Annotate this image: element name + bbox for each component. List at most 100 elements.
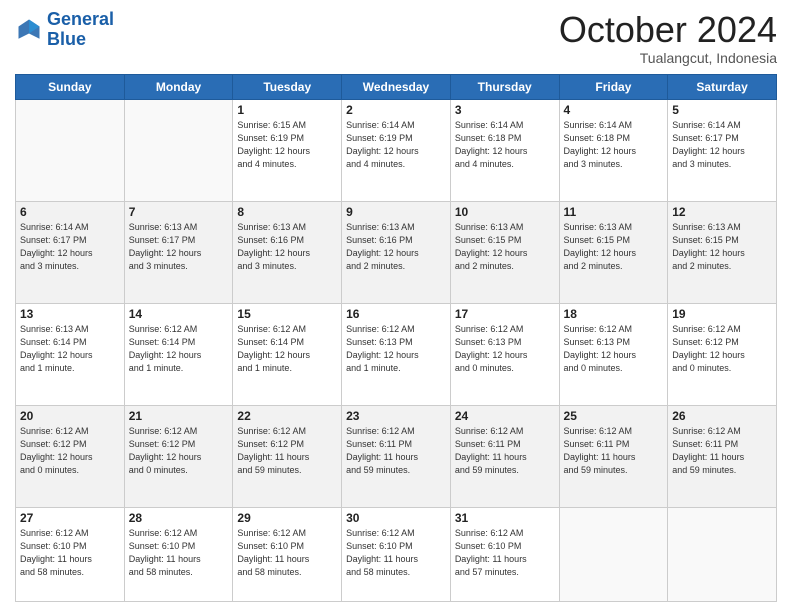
calendar-day: 17Sunrise: 6:12 AMSunset: 6:13 PMDayligh…: [450, 303, 559, 405]
day-number: 5: [672, 103, 772, 117]
day-number: 17: [455, 307, 555, 321]
day-info: Sunrise: 6:12 AMSunset: 6:14 PMDaylight:…: [237, 323, 337, 375]
weekday-header: Monday: [124, 74, 233, 99]
calendar-week-row: 13Sunrise: 6:13 AMSunset: 6:14 PMDayligh…: [16, 303, 777, 405]
logo-text: General Blue: [47, 10, 114, 50]
weekday-header: Wednesday: [342, 74, 451, 99]
header: General Blue October 2024 Tualangcut, In…: [15, 10, 777, 66]
day-info: Sunrise: 6:12 AMSunset: 6:11 PMDaylight:…: [455, 425, 555, 477]
day-info: Sunrise: 6:12 AMSunset: 6:12 PMDaylight:…: [672, 323, 772, 375]
day-number: 7: [129, 205, 229, 219]
day-info: Sunrise: 6:12 AMSunset: 6:14 PMDaylight:…: [129, 323, 229, 375]
day-info: Sunrise: 6:12 AMSunset: 6:10 PMDaylight:…: [346, 527, 446, 579]
calendar-day: 10 Sunrise: 6:13 AMSunset: 6:15 PMDayligh…: [450, 201, 559, 303]
empty-day: [124, 99, 233, 201]
day-number: 6: [20, 205, 120, 219]
day-info: Sunrise: 6:13 AMSunset: 6:17 PMDaylight:…: [129, 221, 229, 273]
day-number: 24: [455, 409, 555, 423]
day-number: 12: [672, 205, 772, 219]
day-info: Sunrise: 6:14 AMSunset: 6:17 PMDaylight:…: [20, 221, 120, 273]
day-number: 10: [455, 205, 555, 219]
day-number: 11: [564, 205, 664, 219]
day-info: Sunrise: 6:12 AMSunset: 6:10 PMDaylight:…: [129, 527, 229, 579]
day-number: 29: [237, 511, 337, 525]
day-info: Sunrise: 6:15 AMSunset: 6:19 PMDaylight:…: [237, 119, 337, 171]
empty-day: [559, 508, 668, 602]
location: Tualangcut, Indonesia: [559, 50, 777, 66]
weekday-header: Tuesday: [233, 74, 342, 99]
calendar-day: 30 Sunrise: 6:12 AMSunset: 6:10 PMDayligh…: [342, 508, 451, 602]
day-number: 2: [346, 103, 446, 117]
weekday-header: Sunday: [16, 74, 125, 99]
day-number: 14: [129, 307, 229, 321]
day-number: 20: [20, 409, 120, 423]
day-info: Sunrise: 6:12 AMSunset: 6:10 PMDaylight:…: [237, 527, 337, 579]
day-number: 18: [564, 307, 664, 321]
day-number: 13: [20, 307, 120, 321]
calendar-day: 23 Sunrise: 6:12 AMSunset: 6:11 PMDayligh…: [342, 406, 451, 508]
day-info: Sunrise: 6:12 AMSunset: 6:10 PMDaylight:…: [20, 527, 120, 579]
calendar-day: 1Sunrise: 6:15 AMSunset: 6:19 PMDaylight…: [233, 99, 342, 201]
month-title: October 2024: [559, 10, 777, 50]
day-number: 8: [237, 205, 337, 219]
calendar-day: 4Sunrise: 6:14 AMSunset: 6:18 PMDaylight…: [559, 99, 668, 201]
calendar-day: 29 Sunrise: 6:12 AMSunset: 6:10 PMDayligh…: [233, 508, 342, 602]
day-info: Sunrise: 6:14 AMSunset: 6:19 PMDaylight:…: [346, 119, 446, 171]
day-number: 23: [346, 409, 446, 423]
calendar-week-row: 6 Sunrise: 6:14 AMSunset: 6:17 PMDaylight…: [16, 201, 777, 303]
calendar-day: 27 Sunrise: 6:12 AMSunset: 6:10 PMDayligh…: [16, 508, 125, 602]
calendar-week-row: 27 Sunrise: 6:12 AMSunset: 6:10 PMDayligh…: [16, 508, 777, 602]
logo-icon: [15, 16, 43, 44]
day-number: 19: [672, 307, 772, 321]
day-number: 15: [237, 307, 337, 321]
calendar-day: 19 Sunrise: 6:12 AMSunset: 6:12 PMDayligh…: [668, 303, 777, 405]
day-info: Sunrise: 6:12 AMSunset: 6:13 PMDaylight:…: [346, 323, 446, 375]
day-info: Sunrise: 6:14 AMSunset: 6:17 PMDaylight:…: [672, 119, 772, 171]
calendar-day: 12Sunrise: 6:13 AMSunset: 6:15 PMDayligh…: [668, 201, 777, 303]
day-number: 21: [129, 409, 229, 423]
calendar-day: 24 Sunrise: 6:12 AMSunset: 6:11 PMDayligh…: [450, 406, 559, 508]
calendar-day: 18 Sunrise: 6:12 AMSunset: 6:13 PMDayligh…: [559, 303, 668, 405]
weekday-header: Thursday: [450, 74, 559, 99]
header-row: SundayMondayTuesdayWednesdayThursdayFrid…: [16, 74, 777, 99]
calendar-day: 31Sunrise: 6:12 AMSunset: 6:10 PMDayligh…: [450, 508, 559, 602]
day-info: Sunrise: 6:12 AMSunset: 6:10 PMDaylight:…: [455, 527, 555, 579]
calendar-body: 1Sunrise: 6:15 AMSunset: 6:19 PMDaylight…: [16, 99, 777, 601]
calendar-day: 15 Sunrise: 6:12 AMSunset: 6:14 PMDayligh…: [233, 303, 342, 405]
calendar-day: 13Sunrise: 6:13 AMSunset: 6:14 PMDayligh…: [16, 303, 125, 405]
calendar-day: 3Sunrise: 6:14 AMSunset: 6:18 PMDaylight…: [450, 99, 559, 201]
calendar-day: 7 Sunrise: 6:13 AMSunset: 6:17 PMDaylight…: [124, 201, 233, 303]
day-number: 27: [20, 511, 120, 525]
empty-day: [16, 99, 125, 201]
page: General Blue October 2024 Tualangcut, In…: [0, 0, 792, 612]
day-number: 3: [455, 103, 555, 117]
day-info: Sunrise: 6:12 AMSunset: 6:11 PMDaylight:…: [672, 425, 772, 477]
day-info: Sunrise: 6:13 AMSunset: 6:15 PMDaylight:…: [564, 221, 664, 273]
logo-general: General: [47, 9, 114, 29]
day-info: Sunrise: 6:12 AMSunset: 6:12 PMDaylight:…: [237, 425, 337, 477]
logo-blue: Blue: [47, 29, 86, 49]
day-info: Sunrise: 6:12 AMSunset: 6:12 PMDaylight:…: [20, 425, 120, 477]
day-info: Sunrise: 6:13 AMSunset: 6:16 PMDaylight:…: [346, 221, 446, 273]
calendar-day: 11 Sunrise: 6:13 AMSunset: 6:15 PMDayligh…: [559, 201, 668, 303]
day-number: 4: [564, 103, 664, 117]
day-info: Sunrise: 6:13 AMSunset: 6:16 PMDaylight:…: [237, 221, 337, 273]
title-block: October 2024 Tualangcut, Indonesia: [559, 10, 777, 66]
calendar-day: 8 Sunrise: 6:13 AMSunset: 6:16 PMDaylight…: [233, 201, 342, 303]
day-info: Sunrise: 6:12 AMSunset: 6:13 PMDaylight:…: [564, 323, 664, 375]
day-info: Sunrise: 6:13 AMSunset: 6:15 PMDaylight:…: [455, 221, 555, 273]
calendar-day: 16Sunrise: 6:12 AMSunset: 6:13 PMDayligh…: [342, 303, 451, 405]
calendar-week-row: 20 Sunrise: 6:12 AMSunset: 6:12 PMDayligh…: [16, 406, 777, 508]
calendar-day: 25Sunrise: 6:12 AMSunset: 6:11 PMDayligh…: [559, 406, 668, 508]
day-info: Sunrise: 6:12 AMSunset: 6:11 PMDaylight:…: [346, 425, 446, 477]
calendar-day: 2 Sunrise: 6:14 AMSunset: 6:19 PMDaylight…: [342, 99, 451, 201]
day-number: 22: [237, 409, 337, 423]
day-number: 30: [346, 511, 446, 525]
calendar-header: SundayMondayTuesdayWednesdayThursdayFrid…: [16, 74, 777, 99]
calendar-day: 21 Sunrise: 6:12 AMSunset: 6:12 PMDayligh…: [124, 406, 233, 508]
calendar-day: 22 Sunrise: 6:12 AMSunset: 6:12 PMDayligh…: [233, 406, 342, 508]
day-info: Sunrise: 6:12 AMSunset: 6:12 PMDaylight:…: [129, 425, 229, 477]
day-number: 25: [564, 409, 664, 423]
calendar-day: 26Sunrise: 6:12 AMSunset: 6:11 PMDayligh…: [668, 406, 777, 508]
logo: General Blue: [15, 10, 114, 50]
